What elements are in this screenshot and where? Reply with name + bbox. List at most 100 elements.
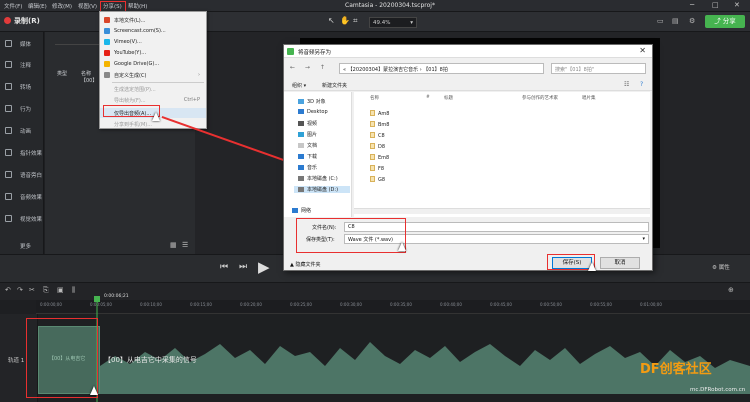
file-row[interactable]: D8: [370, 143, 385, 150]
menu-item-custom-production[interactable]: 自定义生成(C) ›: [100, 70, 206, 80]
address-bar[interactable]: « 【20200304】蒙拉演吉它音乐 › 【01】8拍: [339, 63, 544, 74]
menu-item-google-drive[interactable]: Google Drive(G)...: [100, 59, 206, 69]
zoom-select[interactable]: 49.4% ▾: [369, 17, 417, 28]
zoom-timeline-icon[interactable]: ⊕: [728, 286, 734, 294]
share-button[interactable]: ⤴ 分享: [705, 15, 745, 28]
file-row[interactable]: F8: [370, 165, 384, 172]
tree-item-network[interactable]: 网络: [292, 207, 311, 214]
record-label: 录制(R): [14, 17, 40, 25]
new-folder-button[interactable]: 新建文件夹: [322, 82, 347, 89]
settings-icon[interactable]: ⚙: [689, 17, 695, 25]
column-header-artist[interactable]: 参与创作的艺术家: [522, 95, 558, 101]
file-row[interactable]: Bm8: [370, 121, 389, 128]
clip-highlight: [26, 318, 98, 398]
menu-edit[interactable]: 编辑(E): [28, 2, 47, 10]
menu-item-local-file[interactable]: 本地文件(L)...: [100, 15, 206, 25]
menu-item-youtube[interactable]: YouTube(Y)...: [100, 48, 206, 58]
tree-item-music[interactable]: 音乐: [298, 164, 317, 171]
menu-item-label: Screencast.com(S)...: [114, 28, 166, 34]
sidebar-item-transitions[interactable]: 转场: [0, 79, 44, 95]
close-icon[interactable]: ✕: [734, 1, 740, 9]
file-row[interactable]: Am8: [370, 110, 389, 117]
dialog-close-icon[interactable]: ✕: [639, 46, 646, 55]
voice-icon: [5, 171, 12, 178]
mouse-cursor-icon: [90, 386, 98, 395]
ruler-tick: 0:00:15;00: [190, 302, 212, 307]
tree-item-pictures[interactable]: 图片: [298, 131, 317, 138]
step-back-icon[interactable]: ⏮: [220, 262, 228, 272]
file-row[interactable]: G8: [370, 176, 385, 183]
column-header-title[interactable]: 标题: [444, 95, 453, 101]
column-header-name[interactable]: 名称: [370, 95, 379, 101]
crop-tool-icon[interactable]: ⌗: [353, 16, 358, 26]
record-button[interactable]: 录制(R): [4, 16, 40, 26]
paste-icon[interactable]: ▣: [57, 286, 64, 294]
menu-modify[interactable]: 修改(M): [52, 2, 72, 10]
ruler-tick: 0:00:30;00: [340, 302, 362, 307]
tree-item-drive-d[interactable]: 本地磁盘 (D:): [294, 186, 350, 193]
layout-icon[interactable]: ▤: [672, 17, 679, 25]
pointer-tool-icon[interactable]: ↖: [328, 16, 335, 25]
timeline-ruler[interactable]: 0:00:00;00 0:00:05;00 0:00:10;00 0:00:15…: [36, 300, 750, 314]
cancel-button[interactable]: 取消: [600, 257, 640, 269]
tree-item-drive-c[interactable]: 本地磁盘 (C:): [298, 175, 338, 182]
tree-item-3d-objects[interactable]: 3D 对象: [298, 98, 326, 105]
horizontal-scrollbar[interactable]: [354, 208, 650, 214]
cut-icon[interactable]: ✂: [29, 286, 35, 294]
menu-item-produce-selection[interactable]: 生成选定范围(P)...: [100, 84, 206, 94]
sidebar-item-behaviors[interactable]: 行为: [0, 101, 44, 117]
copy-icon[interactable]: ⎘: [43, 286, 49, 295]
tree-item-downloads[interactable]: 下载: [298, 153, 317, 160]
hide-folders-toggle[interactable]: ▲ 隐藏文件夹: [290, 261, 320, 268]
file-name: F8: [378, 166, 385, 172]
menu-help[interactable]: 帮助(H): [128, 2, 147, 10]
sidebar-item-more[interactable]: 更多: [0, 238, 44, 254]
nav-arrows-icon[interactable]: ← → ↑: [290, 64, 329, 71]
menu-item-export-frame[interactable]: 导出帧为(F)... Ctrl+P: [100, 95, 206, 105]
search-input[interactable]: 搜索"【01】8拍": [551, 63, 646, 74]
organize-button[interactable]: 组织 ▾: [292, 82, 306, 89]
video-folder-icon: [298, 121, 304, 126]
animation-icon: [5, 127, 12, 134]
sidebar-item-annotations[interactable]: 注释: [0, 57, 44, 73]
properties-button[interactable]: ⚙ 属性: [712, 263, 730, 271]
sidebar-item-visual-effects[interactable]: 视觉效果: [0, 211, 44, 227]
file-row[interactable]: Em8: [370, 154, 389, 161]
media-row-name[interactable]: 【00】: [81, 77, 97, 84]
play-icon[interactable]: ▶: [258, 258, 270, 276]
minimize-icon[interactable]: ─: [690, 1, 694, 9]
view-icon[interactable]: ▭: [657, 17, 664, 25]
menu-item-label: 生成选定范围(P)...: [114, 87, 156, 93]
pan-tool-icon[interactable]: ✋: [340, 16, 350, 25]
view-options-icon[interactable]: ☷: [624, 81, 629, 88]
column-header-album[interactable]: 唱片集: [582, 95, 596, 101]
menu-item-vimeo[interactable]: Vimeo(V)...: [100, 37, 206, 47]
split-icon[interactable]: ⫼: [72, 286, 75, 295]
sidebar-item-media[interactable]: 媒体: [0, 36, 44, 52]
step-forward-icon[interactable]: ⏭: [239, 262, 247, 272]
playhead-time: 0:00:06;21: [104, 294, 129, 299]
redo-icon[interactable]: ↷: [17, 286, 23, 294]
audio-file-icon: [370, 176, 375, 182]
menu-view[interactable]: 视图(V): [78, 2, 97, 10]
help-icon[interactable]: ?: [640, 81, 643, 88]
file-name: Bm8: [378, 122, 390, 128]
menu-file[interactable]: 文件(F): [4, 2, 22, 10]
column-header-number[interactable]: #: [426, 95, 430, 100]
menu-item-label: 自定义生成(C): [114, 73, 147, 79]
maximize-icon[interactable]: □: [712, 1, 719, 9]
tree-item-desktop[interactable]: Desktop: [298, 109, 328, 115]
sidebar-item-cursor-effects[interactable]: 指针效果: [0, 145, 44, 161]
undo-icon[interactable]: ↶: [5, 286, 11, 294]
window-title: Camtasia - 20200304.tscproj*: [345, 2, 435, 9]
sidebar-item-animations[interactable]: 动画: [0, 123, 44, 139]
menu-item-screencast[interactable]: Screencast.com(S)...: [100, 26, 206, 36]
tree-item-videos[interactable]: 视频: [298, 120, 317, 127]
file-row[interactable]: C8: [370, 132, 385, 139]
list-view-icon[interactable]: ☰: [182, 241, 188, 249]
tree-item-documents[interactable]: 文档: [298, 142, 317, 149]
file-name: Am8: [378, 111, 390, 117]
sidebar-item-audio-effects[interactable]: 音频效果: [0, 189, 44, 205]
grid-view-icon[interactable]: ▦: [170, 241, 177, 249]
sidebar-item-voice-narration[interactable]: 语音旁白: [0, 167, 44, 183]
